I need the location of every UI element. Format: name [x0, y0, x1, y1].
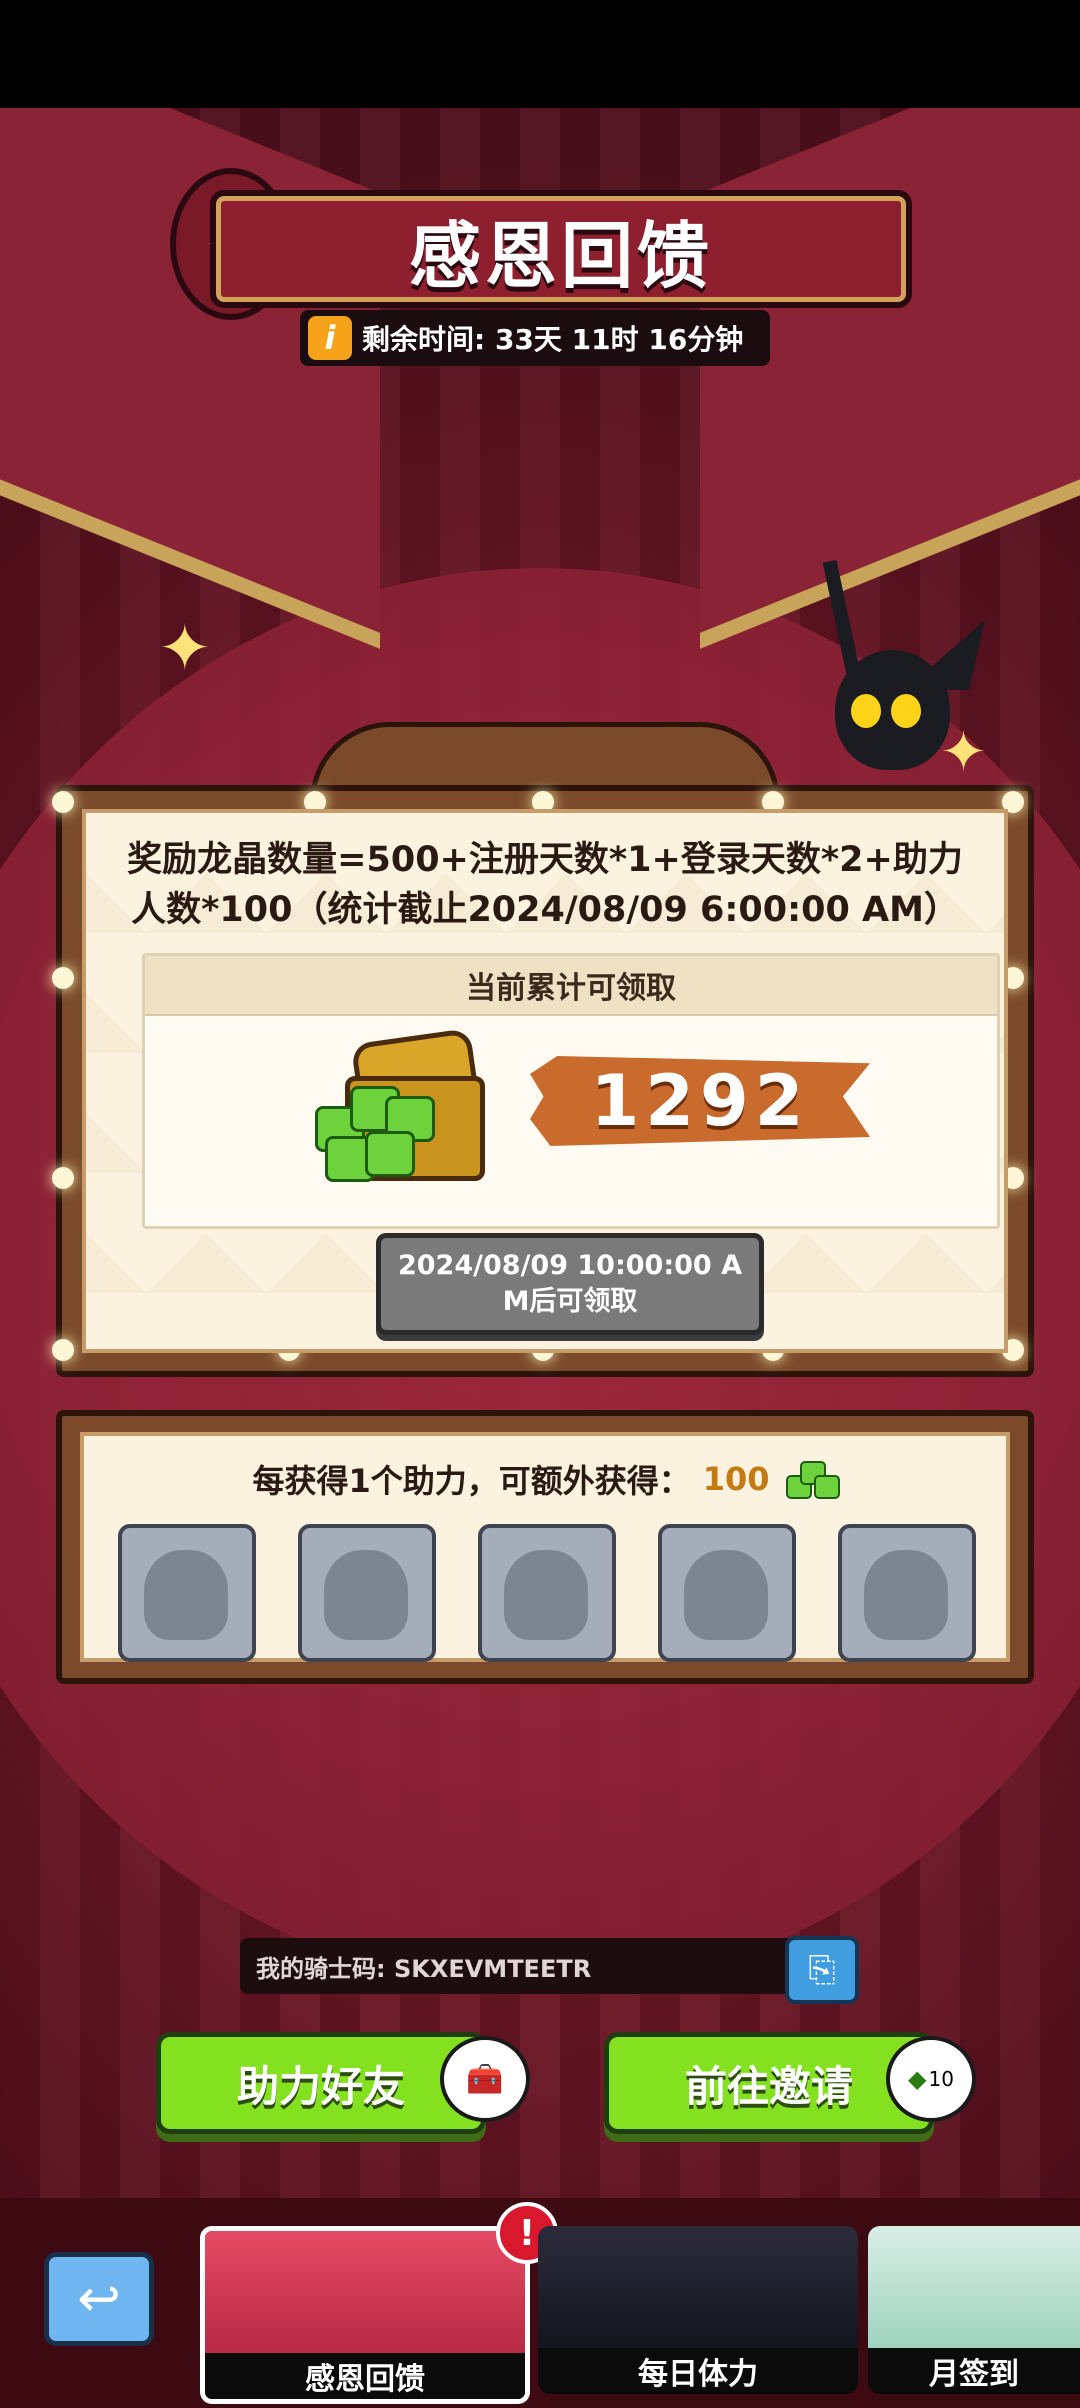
crystal-count-badge: 1292 — [530, 1056, 870, 1146]
tab-label: 每日体力 — [538, 2348, 858, 2394]
helper-slot[interactable] — [118, 1524, 256, 1662]
devil-mascot — [805, 559, 985, 790]
knight-code-label: 我的骑士码: SKXEVMTEETR — [256, 1954, 592, 1983]
formula-line-2: 人数*100（统计截止2024/08/09 6:00:00 AM） — [131, 890, 959, 930]
tab-art-cat — [868, 2226, 1080, 2348]
tab-thanksgiving[interactable]: 感恩回馈 — [200, 2226, 530, 2404]
go-invite-label: 前往邀请 — [684, 2061, 853, 2111]
helper-placeholder-icon — [144, 1550, 228, 1640]
tab-label: 感恩回馈 — [205, 2353, 525, 2399]
reward-frame: 奖励龙晶数量=500+注册天数*1+登录天数*2+助力 人数*100（统计截止2… — [52, 785, 1034, 1377]
accumulated-card: 当前累计可领取 1292 — [142, 953, 1000, 1229]
formula-line-1: 奖励龙晶数量=500+注册天数*1+登录天数*2+助力 — [127, 840, 963, 880]
claim-date-line-2: M后可领取 — [502, 1286, 638, 1317]
back-button[interactable]: ↩ — [44, 2252, 154, 2346]
title-banner: 感恩回馈 — [210, 190, 912, 308]
helpers-title: 每获得1个助力，可额外获得： 100 — [84, 1456, 1006, 1502]
tab-daily-stamina[interactable]: 每日体力 — [538, 2226, 858, 2394]
info-icon[interactable]: i — [308, 316, 352, 360]
chest-bubble-icon: 🧰 — [440, 2036, 530, 2122]
tab-label: 月签到 — [868, 2348, 1080, 2394]
claim-button[interactable]: 2024/08/09 10:00:00 A M后可领取 — [376, 1233, 764, 1335]
copy-icon: ⎘ — [808, 1950, 836, 1990]
help-friend-button[interactable]: 助力好友 — [156, 2032, 486, 2134]
helper-slot[interactable] — [658, 1524, 796, 1662]
helper-slot[interactable] — [838, 1524, 976, 1662]
copy-code-button[interactable]: ⎘ — [785, 1936, 859, 2004]
page-title: 感恩回馈 — [408, 213, 713, 298]
helper-slot[interactable] — [298, 1524, 436, 1662]
helper-placeholder-icon — [504, 1550, 588, 1640]
helper-slot[interactable] — [478, 1524, 616, 1662]
tab-art-chest — [205, 2231, 525, 2353]
status-bar — [0, 0, 1080, 108]
back-arrow-icon: ↩ — [77, 2269, 121, 2329]
helpers-panel: 每获得1个助力，可额外获得： 100 — [56, 1410, 1034, 1684]
helper-placeholder-icon — [324, 1550, 408, 1640]
invite-badge-count: 10 — [928, 2067, 954, 2091]
helper-placeholder-icon — [864, 1550, 948, 1640]
crystal-icon — [782, 1459, 840, 1499]
tab-art-hero — [538, 2226, 858, 2348]
crystal-count: 1292 — [590, 1060, 810, 1142]
claim-date-line-1: 2024/08/09 10:00:00 A — [397, 1250, 743, 1281]
helpers-bonus: 100 — [702, 1460, 770, 1498]
crystal-bubble-icon: ◆ 10 — [886, 2036, 976, 2122]
helper-placeholder-icon — [684, 1550, 768, 1640]
helpers-inner: 每获得1个助力，可额外获得： 100 — [80, 1432, 1010, 1662]
helpers-text: 每获得1个助力，可额外获得： — [252, 1462, 691, 1500]
remaining-time: i 剩余时间: 33天 11时 16分钟 — [300, 310, 770, 366]
reward-formula: 奖励龙晶数量=500+注册天数*1+登录天数*2+助力 人数*100（统计截止2… — [86, 835, 1004, 935]
treasure-chest-icon — [305, 1027, 505, 1186]
accumulated-header: 当前累计可领取 — [145, 956, 997, 1016]
go-invite-button[interactable]: 前往邀请 — [604, 2032, 934, 2134]
help-friend-label: 助力好友 — [236, 2061, 405, 2111]
remaining-time-label: 剩余时间: 33天 11时 16分钟 — [362, 323, 744, 356]
bottom-tab-bar: ↩ 感恩回馈 ! 每日体力 月签到 — [0, 2198, 1080, 2408]
tab-monthly-signin[interactable]: 月签到 — [868, 2226, 1080, 2394]
knight-code-bar: 我的骑士码: SKXEVMTEETR — [240, 1938, 810, 1994]
reward-panel: 奖励龙晶数量=500+注册天数*1+登录天数*2+助力 人数*100（统计截止2… — [82, 809, 1008, 1353]
sparkle-icon: ✦ — [158, 612, 212, 686]
